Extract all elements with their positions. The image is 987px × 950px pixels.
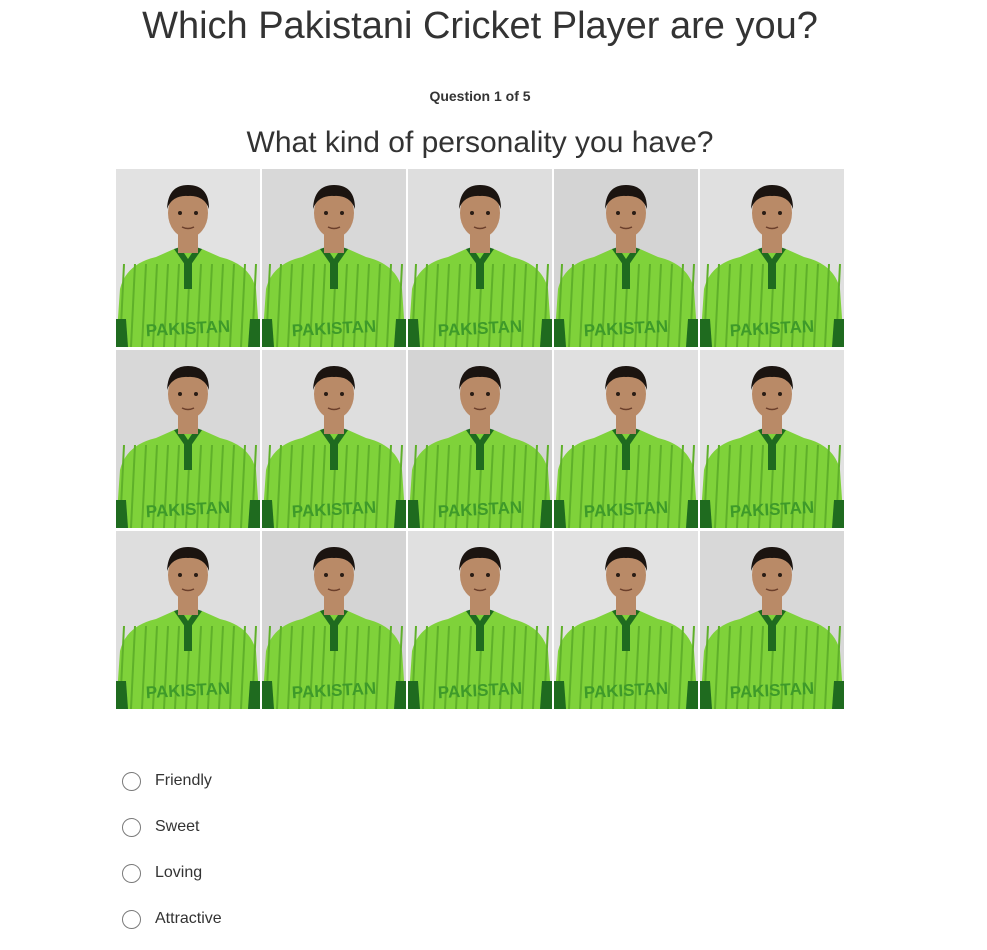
radio-button[interactable] (122, 817, 141, 837)
option-loving[interactable]: Loving (122, 858, 222, 888)
player-portrait: PAKISTAN (116, 350, 260, 528)
question-text: What kind of personality you have? (246, 126, 714, 159)
player-figure: PAKISTAN (116, 547, 260, 709)
player-figure: PAKISTAN (554, 185, 698, 347)
player-portrait: PAKISTAN (554, 169, 698, 347)
question-counter: Question 1 of 5 (429, 88, 531, 104)
option-label: Friendly (155, 772, 212, 789)
option-friendly[interactable]: Friendly (122, 766, 222, 796)
player-figure: PAKISTAN (408, 366, 552, 528)
player-portrait: PAKISTAN (262, 350, 406, 528)
player-figure: PAKISTAN (262, 185, 406, 347)
player-figure: PAKISTAN (262, 547, 406, 709)
player-figure: PAKISTAN (700, 547, 844, 709)
option-label: Attractive (155, 910, 222, 927)
player-portrait: PAKISTAN (116, 531, 260, 709)
player-figure: PAKISTAN (554, 366, 698, 528)
player-portrait: PAKISTAN (700, 169, 844, 347)
radio-button[interactable] (122, 909, 141, 929)
player-figure: PAKISTAN (408, 185, 552, 347)
player-portrait: PAKISTAN (554, 350, 698, 528)
player-portrait: PAKISTAN (554, 531, 698, 709)
option-label: Loving (155, 864, 203, 881)
player-portrait-grid: PAKISTAN PAKISTAN PAKISTAN PAKISTAN PAKISTAN… (116, 169, 845, 712)
player-portrait: PAKISTAN (262, 531, 406, 709)
option-attractive[interactable]: Attractive (122, 904, 222, 934)
player-portrait: PAKISTAN (408, 531, 552, 709)
player-portrait: PAKISTAN (700, 531, 844, 709)
player-portrait: PAKISTAN (408, 350, 552, 528)
player-figure: PAKISTAN (116, 366, 260, 528)
quiz-title: Which Pakistani Cricket Player are you? (142, 5, 818, 47)
answer-options: Friendly Sweet Loving Attractive (122, 766, 222, 950)
radio-button[interactable] (122, 863, 141, 883)
option-label: Sweet (155, 818, 200, 835)
player-figure: PAKISTAN (700, 185, 844, 347)
player-figure: PAKISTAN (700, 366, 844, 528)
player-portrait: PAKISTAN (116, 169, 260, 347)
player-portrait: PAKISTAN (262, 169, 406, 347)
player-figure: PAKISTAN (116, 185, 260, 347)
player-portrait: PAKISTAN (408, 169, 552, 347)
player-portrait: PAKISTAN (700, 350, 844, 528)
player-figure: PAKISTAN (554, 547, 698, 709)
radio-button[interactable] (122, 771, 141, 791)
player-figure: PAKISTAN (408, 547, 552, 709)
player-figure: PAKISTAN (262, 366, 406, 528)
option-sweet[interactable]: Sweet (122, 812, 222, 842)
